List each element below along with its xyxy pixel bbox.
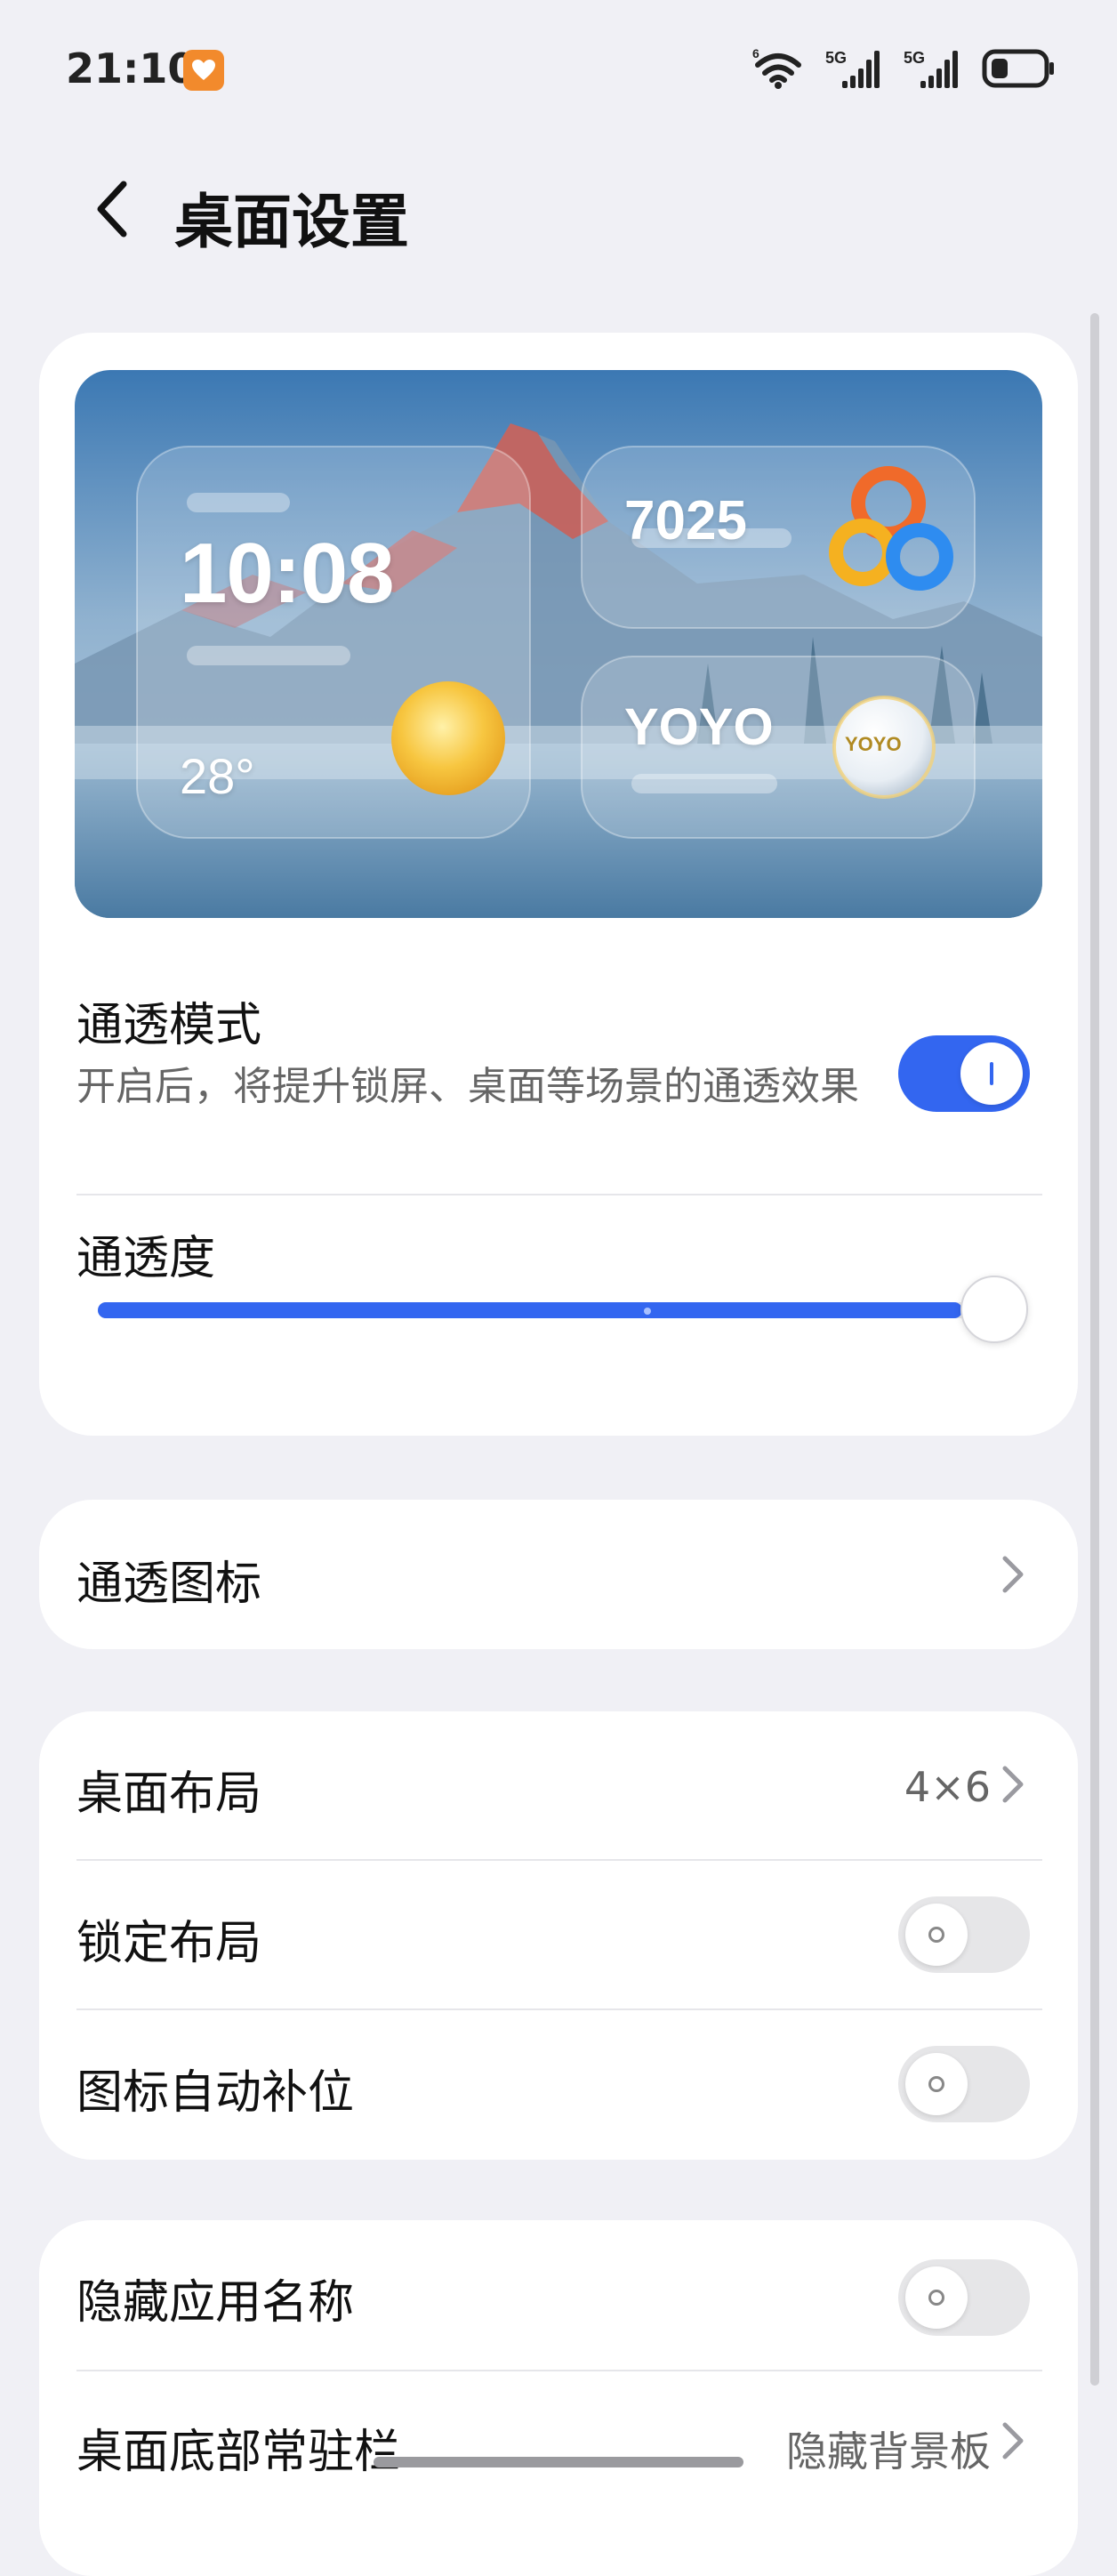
transparency-level-slider[interactable] <box>98 1276 1028 1345</box>
transparency-icons-label: 通透图标 <box>76 1558 262 1611</box>
slider-tick <box>644 1308 651 1315</box>
signal-5g-label: 5G <box>825 49 847 67</box>
widget-steps: 7025 <box>624 490 747 551</box>
divider <box>76 2008 1042 2010</box>
slider-track <box>98 1302 996 1318</box>
signal-5g-label: 5G <box>904 49 925 67</box>
preview-wallpaper <box>75 370 1042 918</box>
transparency-icons-row[interactable]: 通透图标 <box>76 1546 1042 1613</box>
dock-value: 隐藏背景板 <box>786 2427 991 2475</box>
scrollbar[interactable] <box>1090 313 1099 2386</box>
hide-app-names-toggle[interactable] <box>898 2259 1030 2336</box>
slider-thumb[interactable] <box>960 1276 1028 1343</box>
battery-icon <box>982 49 1054 88</box>
transparency-preview: 10:08 28° 7025 YOYO YOYO <box>75 370 1042 918</box>
widget-yoyo-label: YOYO <box>624 698 774 756</box>
transparency-mode-row[interactable]: 通透模式 开启后，将提升锁屏、桌面等场景的通透效果 <box>76 987 1042 1115</box>
lock-layout-toggle[interactable] <box>898 1896 1030 1973</box>
lock-layout-label: 锁定布局 <box>76 1917 262 1970</box>
wifi-6-icon: 6 <box>752 47 801 89</box>
signal-5g-icon: 5G <box>904 49 958 88</box>
widget-yoyo-ball-text: YOYO <box>845 733 902 755</box>
desktop-layout-label: 桌面布局 <box>76 1767 262 1821</box>
chevron-right-icon <box>1002 2422 1024 2459</box>
page-title: 桌面设置 <box>174 188 409 256</box>
signal-5g-icon: 5G <box>825 49 880 88</box>
app-names-card: 隐藏应用名称 桌面底部常驻栏 隐藏背景板 <box>39 2220 1078 2576</box>
layout-card: 桌面布局 4×6 锁定布局 图标自动补位 <box>39 1711 1078 2160</box>
chevron-left-icon <box>97 181 127 237</box>
slider-fill <box>98 1302 962 1318</box>
transparency-mode-desc: 开启后，将提升锁屏、桌面等场景的通透效果 <box>76 1064 859 1109</box>
icon-autofill-label: 图标自动补位 <box>76 2066 355 2120</box>
chevron-right-icon <box>1002 1556 1024 1593</box>
transparency-icons-card[interactable]: 通透图标 <box>39 1500 1078 1649</box>
back-button[interactable] <box>80 178 142 240</box>
chevron-right-icon <box>1002 1766 1024 1803</box>
divider <box>76 2370 1042 2371</box>
toggle-knob <box>905 1904 968 1966</box>
transparency-mode-toggle[interactable] <box>898 1035 1030 1112</box>
desktop-layout-value: 4×6 <box>904 1763 991 1811</box>
status-icons: 6 5G 5G <box>752 46 1055 91</box>
heart-app-icon <box>183 50 224 91</box>
icon-autofill-row[interactable]: 图标自动补位 <box>76 2055 1042 2121</box>
toggle-knob <box>960 1042 1023 1105</box>
desktop-layout-row[interactable]: 桌面布局 <box>76 1756 1042 1823</box>
divider <box>76 1859 1042 1861</box>
wifi-6-label: 6 <box>752 47 759 60</box>
widget-clock: 10:08 <box>180 526 395 621</box>
divider <box>76 1194 1042 1195</box>
transparency-mode-label: 通透模式 <box>76 999 262 1052</box>
page-header: 桌面设置 <box>0 151 1117 267</box>
icon-autofill-toggle[interactable] <box>898 2046 1030 2122</box>
toggle-knob <box>905 2053 968 2115</box>
status-bar: 21:10 6 5G 5G <box>0 0 1117 133</box>
lock-layout-row[interactable]: 锁定布局 <box>76 1905 1042 1972</box>
widget-temperature: 28° <box>180 748 255 804</box>
status-time: 21:10 <box>66 44 197 93</box>
home-indicator[interactable] <box>374 2457 743 2467</box>
toggle-knob <box>905 2266 968 2329</box>
transparency-card: 10:08 28° 7025 YOYO YOYO 通透模式 开启后，将提升锁屏、… <box>39 333 1078 1436</box>
